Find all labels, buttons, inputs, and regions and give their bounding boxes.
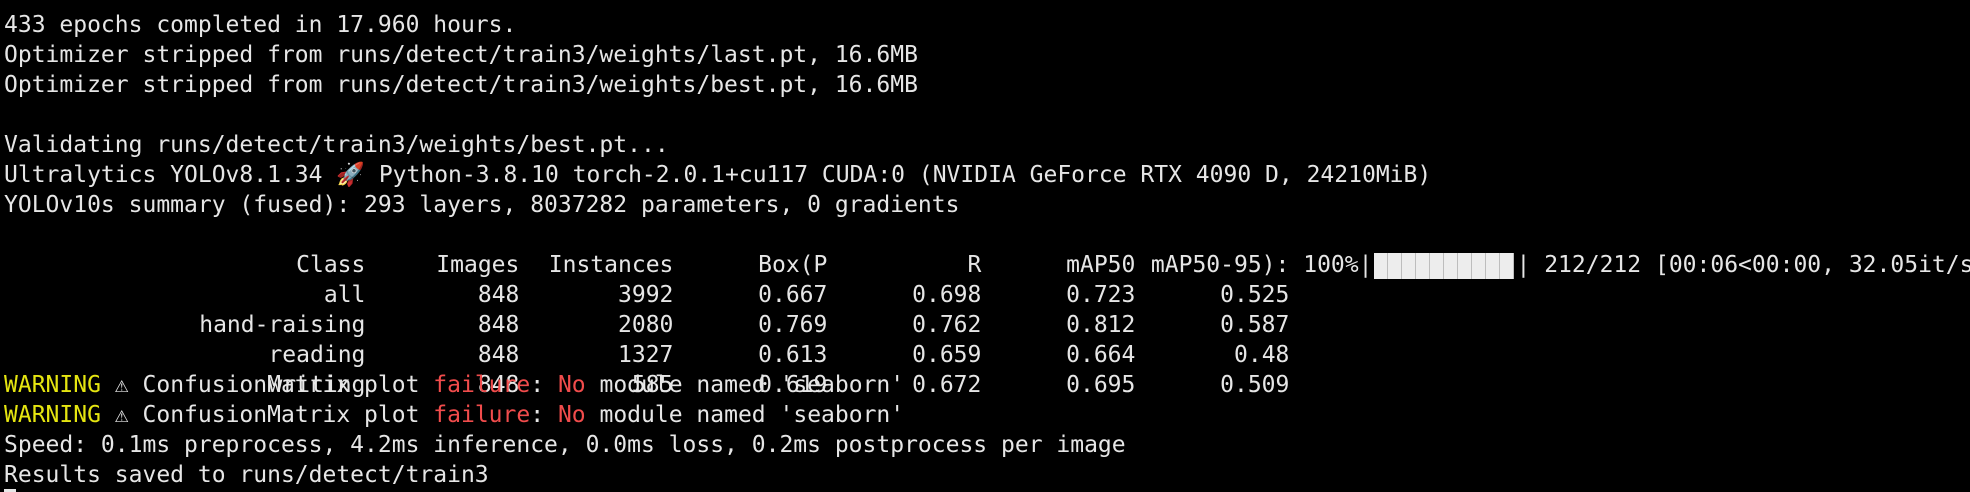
row-images: 848 bbox=[477, 282, 520, 308]
row-box-precision: 0.667 bbox=[758, 282, 828, 308]
warning-message: ConfusionMatrix plot bbox=[128, 372, 434, 398]
header-instances: Instances bbox=[548, 252, 674, 278]
row-map50: 0.664 bbox=[1066, 342, 1136, 368]
failure-text: failure bbox=[433, 402, 531, 428]
metrics-header-row: Class Images Instances Box(P RmAP50 mAP50-95)… bbox=[4, 220, 1970, 279]
header-recall: R bbox=[967, 252, 982, 278]
row-images: 848 bbox=[477, 312, 520, 338]
header-map50-95: mAP50-95): bbox=[1150, 252, 1290, 278]
warning-icon: ⚠ bbox=[114, 372, 129, 398]
results-line: Results saved to runs/detect/train3 bbox=[4, 462, 489, 488]
row-map50: 0.812 bbox=[1066, 312, 1136, 338]
no-text: No bbox=[557, 372, 586, 398]
row-recall: 0.659 bbox=[912, 342, 982, 368]
warning-line: WARNING ⚠ ConfusionMatrix plot failure: … bbox=[4, 400, 1966, 430]
row-map50-95: 0.525 bbox=[1220, 282, 1290, 308]
row-class: all bbox=[323, 282, 366, 308]
ultralytics-line: Ultralytics YOLOv8.1.34 🚀 Python-3.8.10 … bbox=[4, 162, 1432, 188]
row-images: 848 bbox=[477, 342, 520, 368]
optimizer-last-line: Optimizer stripped from runs/detect/trai… bbox=[4, 42, 918, 68]
epochs-line: 433 epochs completed in 17.960 hours. bbox=[4, 12, 517, 38]
row-instances: 3992 bbox=[618, 282, 674, 308]
warning-detail: module named 'seaborn' bbox=[585, 372, 905, 398]
row-map50-95: 0.587 bbox=[1220, 312, 1290, 338]
warning-label: WARNING bbox=[4, 372, 101, 398]
row-instances: 2080 bbox=[618, 312, 674, 338]
row-map50: 0.695 bbox=[1066, 372, 1136, 398]
row-map50: 0.723 bbox=[1066, 282, 1136, 308]
failure-text: failure bbox=[433, 372, 531, 398]
progress-stats: 212/212 [00:06<00:00, 32.05it/s] bbox=[1530, 252, 1970, 278]
warning-colon: : bbox=[530, 372, 558, 398]
header-box-precision: Box(P bbox=[758, 252, 828, 278]
validating-line: Validating runs/detect/train3/weights/be… bbox=[4, 132, 669, 158]
row-class: reading bbox=[268, 342, 366, 368]
row-box-precision: 0.769 bbox=[758, 312, 828, 338]
row-instances: 1327 bbox=[618, 342, 674, 368]
progress-percent: 100%| bbox=[1289, 252, 1373, 278]
row-box-precision: 0.613 bbox=[758, 342, 828, 368]
row-map50-95: 0.48 bbox=[1234, 342, 1290, 368]
model-summary-line: YOLOv10s summary (fused): 293 layers, 80… bbox=[4, 192, 960, 218]
header-class: Class bbox=[296, 252, 366, 278]
header-images: Images bbox=[436, 252, 520, 278]
no-text: No bbox=[557, 402, 586, 428]
row-recall: 0.762 bbox=[912, 312, 982, 338]
warning-icon: ⚠ bbox=[114, 402, 129, 428]
row-class: hand-raising bbox=[199, 312, 366, 338]
warning-message: ConfusionMatrix plot bbox=[128, 402, 434, 428]
terminal-output: 433 epochs completed in 17.960 hours. Op… bbox=[4, 10, 1970, 490]
warning-detail: module named 'seaborn' bbox=[585, 402, 905, 428]
speed-line: Speed: 0.1ms preprocess, 4.2ms inference… bbox=[4, 432, 1126, 458]
row-map50-95: 0.509 bbox=[1220, 372, 1290, 398]
header-map50: mAP50 bbox=[1066, 252, 1136, 278]
warning-label: WARNING bbox=[4, 402, 101, 428]
warning-colon: : bbox=[530, 402, 558, 428]
optimizer-best-line: Optimizer stripped from runs/detect/trai… bbox=[4, 72, 918, 98]
progress-bar bbox=[1374, 252, 1515, 279]
progress-bar-end: | bbox=[1516, 252, 1531, 278]
row-recall: 0.698 bbox=[912, 282, 982, 308]
